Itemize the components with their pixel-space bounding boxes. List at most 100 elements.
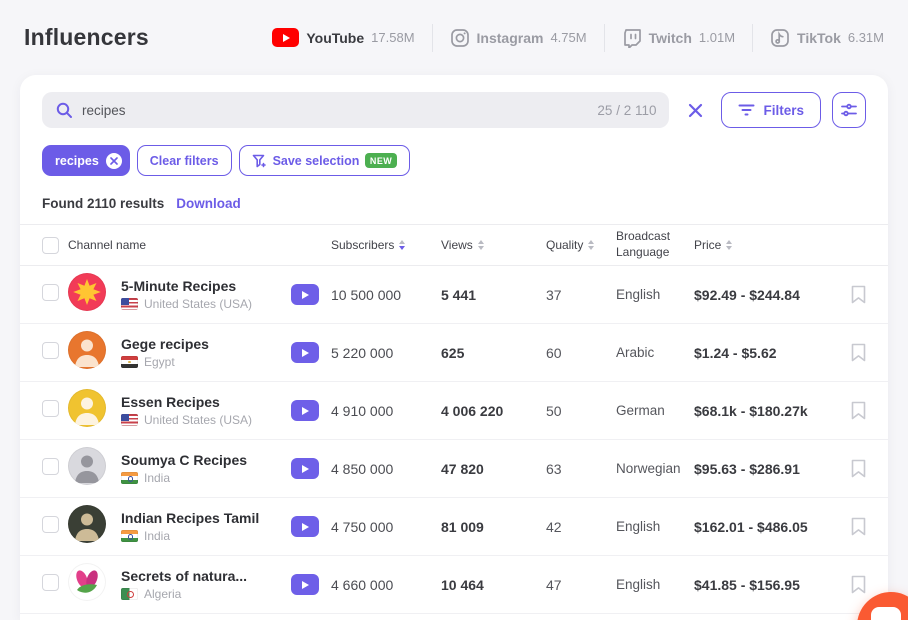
platform-label: Twitch bbox=[649, 30, 692, 46]
platform-label: Instagram bbox=[477, 30, 544, 46]
channel-country-row: United States (USA) bbox=[121, 297, 291, 311]
row-checkbox[interactable] bbox=[42, 458, 59, 475]
search-box[interactable]: 25 / 2 110 bbox=[42, 92, 669, 128]
table-row[interactable]: 5-Minute Recipes United States (USA) 10 … bbox=[20, 266, 888, 324]
channel-name[interactable]: Indian Recipes Tamil bbox=[121, 510, 291, 526]
search-icon bbox=[55, 101, 73, 119]
sort-icon-subscribers[interactable] bbox=[399, 240, 405, 250]
platform-count: 1.01M bbox=[699, 30, 735, 45]
youtube-play-badge[interactable] bbox=[291, 342, 319, 363]
quality-value: 60 bbox=[546, 345, 616, 361]
language-value: English bbox=[616, 519, 694, 534]
youtube-play-badge[interactable] bbox=[291, 284, 319, 305]
save-selection-button[interactable]: Save selection NEW bbox=[239, 145, 410, 176]
clear-filters-label: Clear filters bbox=[150, 154, 219, 168]
channel-country: Egypt bbox=[144, 355, 175, 369]
table-row[interactable]: Indian Recipes Tamil India 4 750 000 81 … bbox=[20, 498, 888, 556]
channel-country-row: United States (USA) bbox=[121, 413, 291, 427]
quality-value: 42 bbox=[546, 519, 616, 535]
twitch-icon bbox=[622, 28, 642, 48]
channel-country-row: Egypt bbox=[121, 355, 291, 369]
channel-name[interactable]: Essen Recipes bbox=[121, 394, 291, 410]
sort-icon-views[interactable] bbox=[478, 240, 484, 250]
platform-tab-twitch[interactable]: Twitch 1.01M bbox=[605, 28, 752, 48]
quality-value: 50 bbox=[546, 403, 616, 419]
channel-avatar bbox=[68, 389, 106, 427]
table-row[interactable]: Essen Recipes United States (USA) 4 910 … bbox=[20, 382, 888, 440]
table-body: 5-Minute Recipes United States (USA) 10 … bbox=[20, 266, 888, 614]
clear-filters-button[interactable]: Clear filters bbox=[137, 145, 232, 176]
main-card: 25 / 2 110 Filters recipes bbox=[20, 75, 888, 620]
row-checkbox[interactable] bbox=[42, 574, 59, 591]
filter-chip-label: recipes bbox=[55, 154, 99, 168]
clear-search-button[interactable] bbox=[680, 95, 710, 125]
sort-icon-quality[interactable] bbox=[588, 240, 594, 250]
language-value: Norwegian bbox=[616, 461, 694, 476]
bookmark-icon bbox=[851, 343, 866, 362]
country-flag-icon bbox=[121, 472, 138, 484]
download-link[interactable]: Download bbox=[176, 196, 241, 211]
youtube-play-badge[interactable] bbox=[291, 574, 319, 595]
bookmark-button[interactable] bbox=[844, 459, 866, 478]
platform-label: TikTok bbox=[797, 30, 841, 46]
header-channel-name: Channel name bbox=[68, 238, 291, 252]
subscribers-value: 10 500 000 bbox=[331, 287, 441, 303]
views-value: 4 006 220 bbox=[441, 403, 546, 419]
views-value: 10 464 bbox=[441, 577, 546, 593]
filters-button[interactable]: Filters bbox=[721, 92, 821, 128]
bookmark-button[interactable] bbox=[844, 343, 866, 362]
platform-tab-youtube[interactable]: YouTube 17.58M bbox=[255, 28, 431, 47]
bookmark-icon bbox=[851, 401, 866, 420]
platform-tab-tiktok[interactable]: TikTok 6.31M bbox=[753, 28, 884, 48]
bookmark-button[interactable] bbox=[844, 285, 866, 304]
platform-tab-instagram[interactable]: Instagram 4.75M bbox=[433, 28, 604, 48]
bookmark-button[interactable] bbox=[844, 401, 866, 420]
price-value: $68.1k - $180.27k bbox=[694, 403, 844, 419]
sort-icon-price[interactable] bbox=[726, 240, 732, 250]
table-row[interactable]: Gege recipes Egypt 5 220 000 625 60 Arab… bbox=[20, 324, 888, 382]
price-value: $95.63 - $286.91 bbox=[694, 461, 844, 477]
channel-country: United States (USA) bbox=[144, 297, 252, 311]
youtube-play-badge[interactable] bbox=[291, 400, 319, 421]
price-value: $41.85 - $156.95 bbox=[694, 577, 844, 593]
row-checkbox[interactable] bbox=[42, 400, 59, 417]
youtube-play-badge[interactable] bbox=[291, 458, 319, 479]
save-selection-label: Save selection bbox=[273, 154, 360, 168]
bookmark-icon bbox=[851, 459, 866, 478]
chat-bubble-icon bbox=[871, 607, 901, 620]
bookmark-button[interactable] bbox=[844, 575, 866, 594]
subscribers-value: 4 660 000 bbox=[331, 577, 441, 593]
country-flag-icon bbox=[121, 530, 138, 542]
remove-filter-icon[interactable] bbox=[106, 153, 122, 169]
channel-name[interactable]: 5-Minute Recipes bbox=[121, 278, 291, 294]
channel-country: India bbox=[144, 529, 170, 543]
header-price[interactable]: Price bbox=[694, 238, 844, 252]
row-checkbox[interactable] bbox=[42, 516, 59, 533]
bookmark-button[interactable] bbox=[844, 517, 866, 536]
subscribers-value: 4 910 000 bbox=[331, 403, 441, 419]
row-checkbox[interactable] bbox=[42, 342, 59, 359]
search-input[interactable] bbox=[82, 103, 588, 118]
header-subscribers[interactable]: Subscribers bbox=[331, 238, 441, 252]
channel-name[interactable]: Soumya C Recipes bbox=[121, 452, 291, 468]
table-row[interactable]: Secrets of natura... Algeria 4 660 000 1… bbox=[20, 556, 888, 614]
header-quality[interactable]: Quality bbox=[546, 238, 616, 252]
youtube-play-badge[interactable] bbox=[291, 516, 319, 537]
column-settings-button[interactable] bbox=[832, 92, 866, 128]
platform-stats: YouTube 17.58M Instagram 4.75M Twitch 1.… bbox=[255, 24, 884, 52]
close-icon bbox=[688, 103, 703, 118]
channel-name[interactable]: Gege recipes bbox=[121, 336, 291, 352]
select-all-checkbox[interactable] bbox=[42, 237, 59, 254]
header-views[interactable]: Views bbox=[441, 238, 546, 252]
language-value: German bbox=[616, 403, 694, 418]
quality-value: 63 bbox=[546, 461, 616, 477]
language-value: English bbox=[616, 577, 694, 592]
table-row[interactable]: Soumya C Recipes India 4 850 000 47 820 … bbox=[20, 440, 888, 498]
page-title: Influencers bbox=[24, 24, 149, 51]
channel-name[interactable]: Secrets of natura... bbox=[121, 568, 291, 584]
channel-avatar bbox=[68, 273, 106, 311]
filter-chip-recipes[interactable]: recipes bbox=[42, 145, 130, 176]
sliders-icon bbox=[840, 101, 858, 119]
country-flag-icon bbox=[121, 414, 138, 426]
row-checkbox[interactable] bbox=[42, 284, 59, 301]
